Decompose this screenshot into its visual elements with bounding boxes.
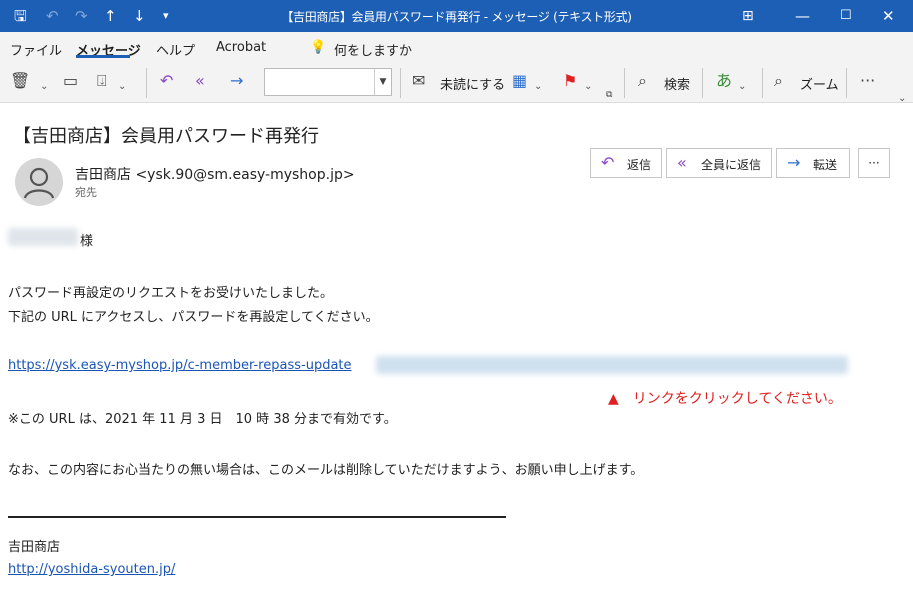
menu-file[interactable]: ファイル: [10, 40, 62, 59]
move-dropdown-icon[interactable]: ⌄: [118, 76, 126, 98]
redacted-link-token: [376, 356, 848, 374]
quick-steps-combo[interactable]: ▼: [264, 68, 392, 96]
chevron-down-icon[interactable]: ▼: [374, 69, 391, 95]
separator: [846, 68, 847, 98]
zoom-icon: ⌕: [774, 71, 783, 90]
ribbon-display-icon[interactable]: ⊞: [742, 6, 754, 26]
window-title: 【吉田商店】会員用パスワード再発行 - メッセージ (テキスト形式): [281, 10, 632, 24]
menu-help[interactable]: ヘルプ: [156, 40, 195, 59]
delete-dropdown-icon[interactable]: ⌄: [40, 76, 48, 98]
mark-unread-button[interactable]: 未読にする: [440, 74, 505, 93]
salutation: 様: [80, 234, 94, 249]
forward-label: 転送: [813, 158, 838, 172]
forward-icon[interactable]: →: [230, 70, 243, 92]
categorize-dropdown-icon[interactable]: ⌄: [534, 76, 542, 98]
separator: [400, 68, 401, 98]
ribbon: 🗑 ⌄ ▭ ⍗ ⌄ ↶ « → ✉ 未読にする ▦ ⌄ ⚑ ⌄ ⧉ ⌕ 検索 あ…: [0, 62, 913, 106]
separator: [762, 68, 763, 98]
signature-link[interactable]: http://yoshida-syouten.jp/: [8, 562, 175, 577]
title-bar: 🖫 ↶ ↷ ↑ ↓ ▾ 【吉田商店】会員用パスワード再発行 - メッセージ (テ…: [0, 0, 913, 32]
maximize-icon[interactable]: ☐: [840, 6, 852, 26]
signature-divider: [8, 516, 506, 518]
more-actions-button[interactable]: ···: [858, 148, 890, 178]
reset-link[interactable]: https://ysk.easy-myshop.jp/c-member-repa…: [8, 358, 352, 373]
forward-icon: →: [787, 153, 801, 172]
tell-me-box[interactable]: 何をしますか: [334, 40, 412, 59]
validity-text: ※この URL は、2021 年 11 月 3 日 10 時 38 分まで有効で…: [8, 412, 397, 427]
reply-label: 返信: [627, 158, 652, 172]
to-label: 宛先: [75, 186, 97, 199]
reply-all-label: 全員に返信: [701, 158, 762, 172]
flag-dropdown-icon[interactable]: ⌄: [584, 76, 592, 98]
reply-icon[interactable]: ↶: [160, 70, 173, 92]
lightbulb-icon: 💡: [310, 40, 327, 55]
delete-icon[interactable]: 🗑: [10, 70, 30, 92]
more-icon[interactable]: ···: [860, 70, 875, 92]
active-tab-indicator: [76, 55, 130, 58]
separator: [702, 68, 703, 98]
zoom-button[interactable]: ズーム: [800, 74, 839, 93]
reply-button[interactable]: ↶ 返信: [590, 148, 662, 178]
mail-icon: ✉: [412, 71, 426, 90]
avatar: [15, 158, 63, 206]
archive-icon[interactable]: ▭: [63, 70, 78, 92]
body-line-2: 下記の URL にアクセスし、パスワードを再設定してください。: [8, 310, 379, 325]
search-icon: ⌕: [638, 71, 647, 90]
body-line-1: パスワード再設定のリクエストをお受けいたしました。: [8, 286, 334, 301]
message-subject: 【吉田商店】会員用パスワード再発行: [13, 126, 319, 147]
categorize-icon[interactable]: ▦: [512, 70, 527, 92]
dialog-launcher-icon[interactable]: ⧉: [606, 84, 612, 106]
separator: [624, 68, 625, 98]
redacted-name: [8, 228, 78, 246]
sender: 吉田商店 <ysk.90@sm.easy-myshop.jp>: [75, 167, 355, 183]
forward-button[interactable]: → 転送: [776, 148, 850, 178]
menu-bar: ファイル メッセージ ヘルプ Acrobat 💡 何をしますか: [0, 32, 913, 62]
move-icon[interactable]: ⍗: [97, 70, 107, 92]
ribbon-collapse-icon[interactable]: ⌄: [898, 88, 906, 110]
menu-acrobat[interactable]: Acrobat: [216, 40, 266, 55]
close-icon[interactable]: ✕: [882, 6, 895, 26]
flag-icon[interactable]: ⚑: [563, 70, 577, 92]
person-icon: [23, 167, 55, 199]
signature-name: 吉田商店: [8, 540, 61, 555]
more-actions-label: ···: [868, 156, 880, 170]
reply-all-icon: «: [677, 153, 687, 172]
translate-dropdown-icon[interactable]: ⌄: [738, 76, 746, 98]
search-button[interactable]: 検索: [664, 74, 690, 93]
minimize-icon[interactable]: —: [795, 6, 810, 26]
closing-text: なお、この内容にお心当たりの無い場合は、このメールは削除していただけますよう、お…: [8, 463, 644, 478]
reply-icon: ↶: [601, 153, 615, 172]
reply-all-button[interactable]: « 全員に返信: [666, 148, 772, 178]
link-note: ▲ リンクをクリックしてください。: [608, 391, 842, 407]
reply-all-icon[interactable]: «: [195, 70, 205, 92]
separator: [146, 68, 147, 98]
translate-icon[interactable]: あ: [716, 70, 732, 92]
